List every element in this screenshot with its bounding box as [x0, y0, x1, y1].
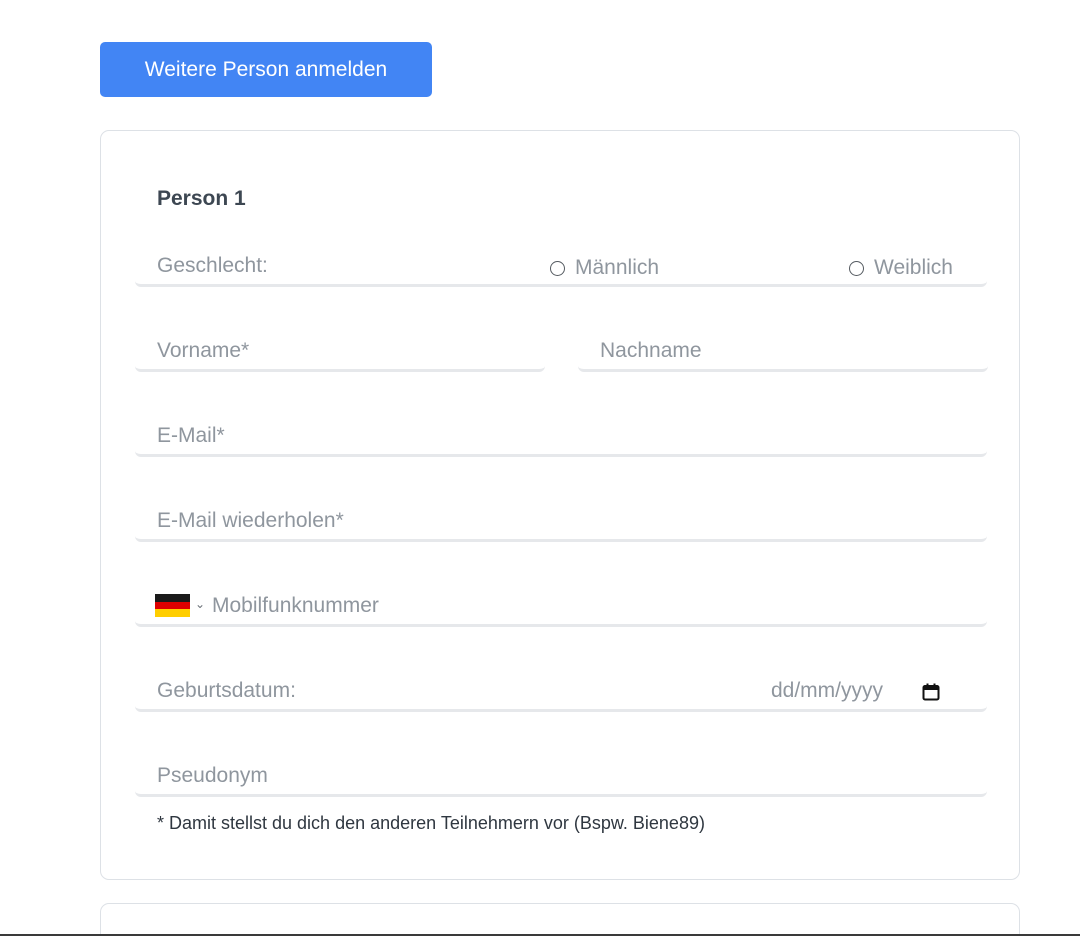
- email-placeholder: E-Mail*: [157, 424, 225, 447]
- radio-female-label: Weiblich: [874, 256, 953, 279]
- birthdate-placeholder: dd/mm/yyyy: [770, 679, 883, 702]
- pseudonym-hint: * Damit stellst du dich den anderen Teil…: [157, 813, 705, 833]
- flag-germany-icon[interactable]: [155, 594, 190, 618]
- add-person-button[interactable]: Weitere Person anmelden: [100, 42, 432, 97]
- calendar-icon[interactable]: [921, 682, 941, 702]
- first-name-placeholder: Vorname*: [157, 339, 250, 362]
- radio-female[interactable]: Weiblich: [849, 256, 953, 280]
- radio-circle-icon[interactable]: [849, 260, 864, 276]
- phone-placeholder: Mobilfunknummer: [212, 594, 379, 617]
- next-person-card: [100, 903, 1020, 936]
- pseudonym-placeholder: Pseudonym: [157, 764, 268, 787]
- radio-circle-icon[interactable]: [550, 260, 565, 276]
- birthdate-label: Geburtsdatum:: [157, 679, 296, 702]
- last-name-field[interactable]: Nachname: [578, 339, 988, 372]
- chevron-down-icon[interactable]: ⌄: [195, 597, 205, 611]
- person-title: Person 1: [157, 187, 246, 210]
- email-repeat-field[interactable]: E-Mail wiederholen*: [135, 509, 987, 542]
- gender-label: Geschlecht:: [157, 254, 268, 277]
- gender-field: Geschlecht: Männlich Weiblich: [135, 254, 987, 287]
- registration-page: Weitere Person anmelden Person 1 Geschle…: [0, 0, 1080, 936]
- email-repeat-placeholder: E-Mail wiederholen*: [157, 509, 344, 532]
- birthdate-field[interactable]: Geburtsdatum: dd/mm/yyyy: [135, 679, 987, 712]
- pseudonym-field[interactable]: Pseudonym: [135, 764, 987, 797]
- radio-male[interactable]: Männlich: [550, 256, 659, 280]
- last-name-placeholder: Nachname: [600, 339, 702, 362]
- person-card: Person 1 Geschlecht: Männlich Weiblich V…: [100, 130, 1020, 880]
- email-field[interactable]: E-Mail*: [135, 424, 987, 457]
- radio-male-label: Männlich: [575, 256, 660, 279]
- first-name-field[interactable]: Vorname*: [135, 339, 545, 372]
- phone-field[interactable]: ⌄ Mobilfunknummer: [135, 594, 987, 627]
